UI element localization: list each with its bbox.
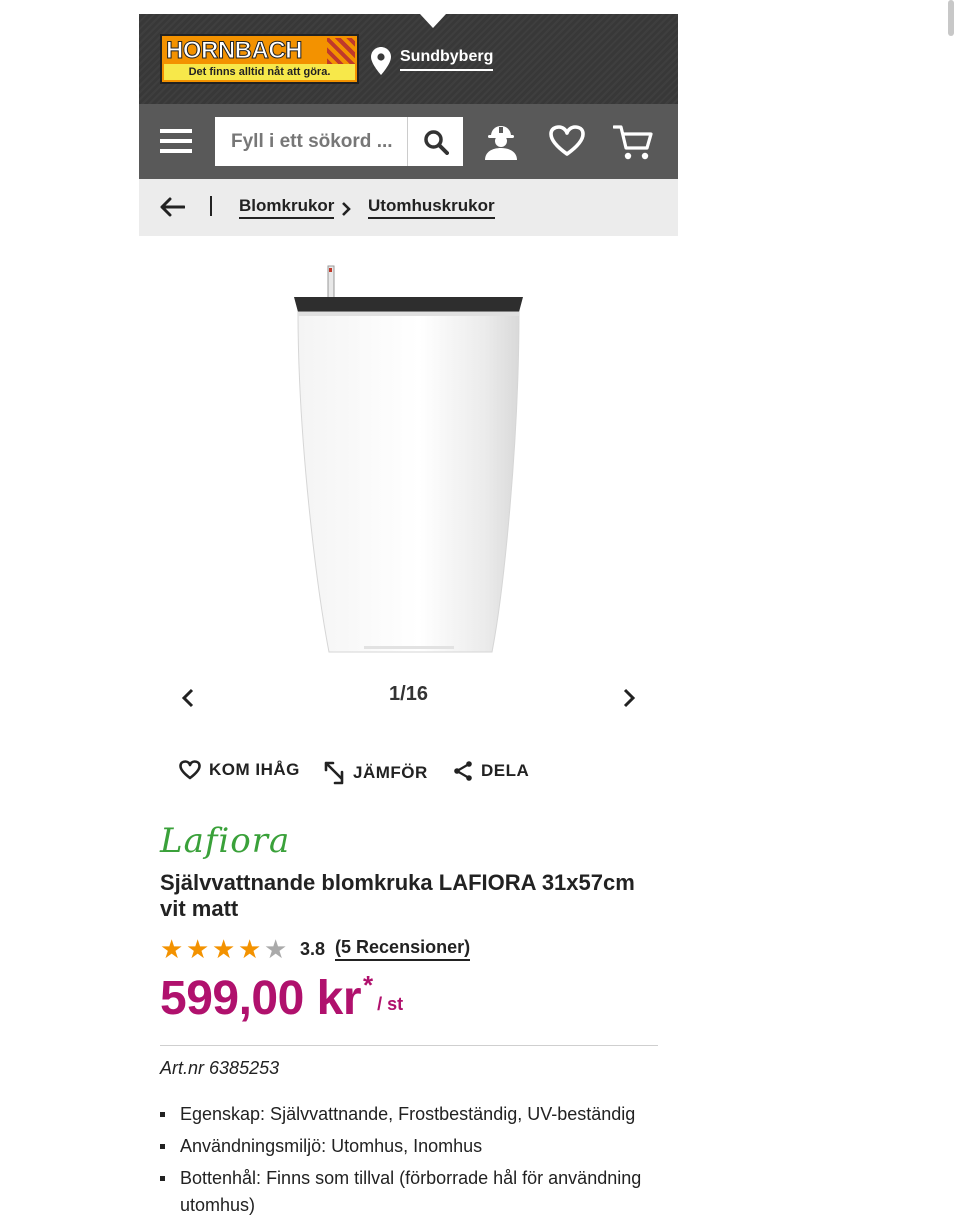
product-price: 599,00 kr bbox=[160, 972, 362, 1025]
feature-item: Bottenhål: Finns som tillval (förborrade… bbox=[160, 1165, 658, 1219]
logo-slogan: Det finns alltid nåt att göra. bbox=[164, 64, 355, 80]
share-button[interactable]: DELA bbox=[453, 760, 529, 782]
hamburger-menu-icon[interactable] bbox=[160, 127, 192, 155]
search-input[interactable] bbox=[215, 117, 405, 166]
price-unit: / st bbox=[377, 994, 404, 1014]
star-empty-icon: ★ bbox=[264, 934, 288, 964]
product-image[interactable] bbox=[279, 260, 539, 660]
breadcrumb: Blomkrukor Utomhuskrukor bbox=[139, 179, 678, 236]
feature-item: Användningsmiljö: Utomhus, Inomhus bbox=[160, 1133, 658, 1160]
heart-outline-icon bbox=[179, 760, 201, 780]
logo-wordmark: HORNBACH bbox=[166, 37, 304, 65]
favorites-heart-icon[interactable] bbox=[549, 125, 585, 157]
product-rating: ★ ★ ★ ★ ★ 3.8 (5 Recensioner) bbox=[160, 936, 658, 962]
page-scrollbar[interactable] bbox=[948, 0, 954, 36]
store-selector[interactable]: Sundbyberg bbox=[400, 48, 494, 71]
share-icon bbox=[454, 761, 472, 781]
feature-list: Egenskap: Självvattnande, Frostbeständig… bbox=[160, 1101, 658, 1219]
remember-button[interactable]: KOM IHÅG bbox=[179, 760, 300, 780]
shopping-cart-icon[interactable] bbox=[613, 124, 653, 162]
search-icon bbox=[424, 130, 449, 155]
star-filled-icon: ★ bbox=[238, 934, 262, 964]
remember-label: KOM IHÅG bbox=[209, 760, 300, 779]
breadcrumb-link-utomhuskrukor[interactable]: Utomhuskrukor bbox=[368, 196, 495, 219]
search-box bbox=[215, 117, 463, 166]
header-notch bbox=[420, 14, 446, 28]
article-number: Art.nr 6385253 bbox=[160, 1058, 658, 1079]
star-filled-icon: ★ bbox=[160, 934, 184, 964]
brand-logo[interactable]: Lafiora bbox=[160, 818, 658, 870]
hornbach-logo[interactable]: HORNBACH Det finns alltid nåt att göra. bbox=[160, 34, 359, 84]
location-pin-icon[interactable] bbox=[371, 47, 391, 75]
compare-arrows-icon bbox=[324, 761, 344, 785]
search-button[interactable] bbox=[407, 117, 463, 166]
breadcrumb-separator bbox=[210, 196, 212, 216]
product-actions: KOM IHÅG JÄMFÖR DELA bbox=[139, 760, 678, 792]
reviews-link[interactable]: (5 Recensioner) bbox=[335, 937, 471, 961]
divider bbox=[160, 1045, 658, 1046]
feature-item: Egenskap: Självvattnande, Frostbeständig… bbox=[160, 1101, 658, 1128]
header-top: HORNBACH Det finns alltid nåt att göra. … bbox=[139, 14, 678, 104]
product-title: Självvattnande blomkruka LAFIORA 31x57cm… bbox=[160, 870, 635, 921]
share-label: DELA bbox=[481, 761, 530, 780]
gallery-counter: 1/16 bbox=[389, 683, 428, 705]
article-number-label: Art.nr bbox=[160, 1058, 205, 1078]
rating-value: 3.8 bbox=[300, 938, 326, 959]
gallery-next-chevron-icon[interactable] bbox=[622, 688, 636, 708]
account-worker-icon[interactable] bbox=[482, 122, 520, 160]
page-container: HORNBACH Det finns alltid nåt att göra. … bbox=[139, 14, 678, 236]
breadcrumb-link-blomkrukor[interactable]: Blomkrukor bbox=[239, 196, 335, 219]
header-toolbar bbox=[139, 104, 678, 179]
product-info: Lafiora Självvattnande blomkruka LAFIORA… bbox=[160, 818, 658, 1224]
chevron-right-icon bbox=[342, 202, 351, 216]
compare-label: JÄMFÖR bbox=[353, 763, 428, 782]
article-number-value: 6385253 bbox=[209, 1058, 280, 1078]
rating-stars: ★ ★ ★ ★ ★ bbox=[160, 936, 290, 962]
logo-stripes-icon bbox=[327, 38, 355, 64]
star-filled-icon: ★ bbox=[186, 934, 210, 964]
product-gallery: 1/16 bbox=[139, 260, 678, 720]
compare-button[interactable]: JÄMFÖR bbox=[323, 760, 428, 786]
price-asterisk: * bbox=[363, 970, 374, 1000]
back-arrow-icon[interactable] bbox=[159, 197, 185, 217]
price-row: 599,00 kr * / st bbox=[160, 970, 658, 1026]
star-filled-icon: ★ bbox=[212, 934, 236, 964]
